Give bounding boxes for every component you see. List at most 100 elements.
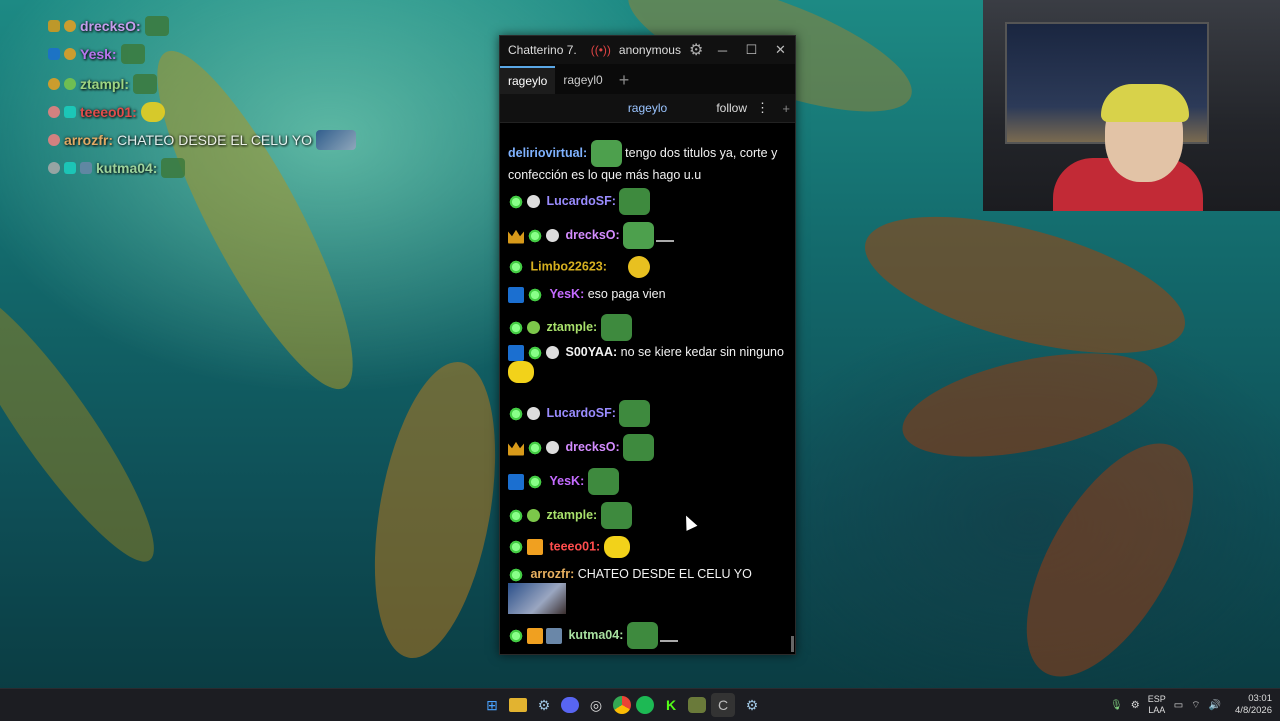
pepe-emote-icon xyxy=(623,222,655,249)
username[interactable]: teeeo01: xyxy=(549,539,600,553)
tab-bar: rageylo rageyl0 + xyxy=(500,64,795,94)
image-badge-icon xyxy=(80,162,92,174)
yellow-emote-icon xyxy=(140,102,165,122)
crown-badge-icon xyxy=(508,229,524,244)
kelp-leaf xyxy=(851,189,1199,381)
box-badge-icon xyxy=(527,627,543,644)
pepe-emote-icon xyxy=(619,400,651,427)
file-explorer-icon[interactable] xyxy=(509,698,527,712)
star-badge-icon xyxy=(508,193,524,210)
spotify-icon[interactable] xyxy=(636,696,654,714)
username[interactable]: arrozfr: xyxy=(530,567,574,581)
tool-badge-icon xyxy=(48,48,60,60)
overlay-username: kutma04: xyxy=(96,160,158,176)
chat-message[interactable]: YesK: eso paga vien xyxy=(508,286,786,303)
account-button[interactable]: anonymous xyxy=(619,43,681,57)
star-badge-icon xyxy=(508,627,524,644)
chat-message[interactable]: LucardoSF: xyxy=(508,188,786,215)
webcam-feed xyxy=(983,0,1280,211)
obs-icon[interactable]: ◎ xyxy=(584,693,608,717)
wifi-icon[interactable]: ⌔ xyxy=(1191,699,1200,712)
username[interactable]: drecksO: xyxy=(565,440,619,454)
chat-message[interactable]: drecksO: xyxy=(508,434,786,461)
username[interactable]: deliriovirtual: xyxy=(508,146,587,160)
tab-rageylo[interactable]: rageylo xyxy=(500,66,556,94)
display-icon[interactable]: ▭ xyxy=(1174,700,1183,711)
kelp-leaf xyxy=(354,352,516,668)
tool-badge-icon xyxy=(508,344,524,361)
username[interactable]: YesK: xyxy=(549,287,584,301)
language-indicator[interactable]: ESP LAA xyxy=(1148,694,1166,716)
username[interactable]: YesK: xyxy=(549,474,584,488)
microphone-icon[interactable]: 🎙 xyxy=(1110,700,1123,711)
scrollbar[interactable] xyxy=(791,636,794,652)
overlay-username: Yesk: xyxy=(80,46,117,62)
username[interactable]: LucardoSF: xyxy=(546,194,615,208)
message-list[interactable]: deliriovirtual: tengo dos titulos ya, co… xyxy=(500,122,790,654)
message-text: eso paga vien xyxy=(587,287,666,301)
channel-name[interactable]: rageylo xyxy=(500,101,795,115)
gem-badge-icon xyxy=(64,106,76,118)
star-badge-icon xyxy=(527,286,543,303)
sword-emote-icon xyxy=(659,630,678,642)
box-badge-icon xyxy=(527,539,543,555)
webcam-person-beanie xyxy=(1101,84,1189,122)
settings-gear-icon[interactable]: ⚙ xyxy=(689,40,703,60)
username[interactable]: S00YAA: xyxy=(565,345,617,359)
username[interactable]: drecksO: xyxy=(565,228,619,242)
minimize-icon[interactable]: ─ xyxy=(708,43,737,58)
username[interactable]: ztample: xyxy=(546,508,597,522)
yellow-emote-icon xyxy=(603,536,630,558)
follow-button[interactable]: follow xyxy=(716,101,747,115)
title-bar: Chatterino 7. ((•)) anonymous ⚙ ─ ☐ ✕ xyxy=(500,36,795,64)
face-badge-icon xyxy=(527,407,540,420)
chat-message[interactable]: teeeo01: xyxy=(508,536,786,558)
chatterino-icon[interactable]: C xyxy=(711,693,735,717)
chat-message[interactable]: YesK: xyxy=(508,468,786,495)
kick-icon[interactable]: K xyxy=(659,693,683,717)
add-tab-icon[interactable]: + xyxy=(611,66,638,94)
crown-badge-icon xyxy=(508,441,524,456)
chrome-icon[interactable] xyxy=(613,696,631,714)
discord-icon[interactable] xyxy=(561,697,579,713)
message-text: CHATEO DESDE EL CELU YO xyxy=(577,567,752,581)
taskbar: ⊞ ⚙ ◎ K C ⚙ 🎙 ⚙ ESP LAA ▭ ⌔ 🔊 03:01 4/8/… xyxy=(0,688,1280,721)
chat-message[interactable]: ztample: xyxy=(508,314,786,341)
chatterino-window: Chatterino 7. ((•)) anonymous ⚙ ─ ☐ ✕ ra… xyxy=(499,35,796,655)
username[interactable]: LucardoSF: xyxy=(546,406,615,420)
tool-badge-icon xyxy=(508,473,524,490)
chat-message[interactable]: deliriovirtual: tengo dos titulos ya, co… xyxy=(508,140,786,184)
star-badge-icon xyxy=(508,319,524,336)
volume-icon[interactable]: 🔊 xyxy=(1209,700,1221,711)
chat-message[interactable]: ztample: xyxy=(508,502,786,529)
yellow-face-emote-icon xyxy=(628,256,651,278)
star-badge-icon xyxy=(508,566,524,583)
add-split-icon[interactable]: + xyxy=(782,101,790,116)
steam-icon[interactable]: ⚙ xyxy=(532,693,556,717)
username[interactable]: ztample: xyxy=(546,320,597,334)
face-badge-icon xyxy=(48,162,60,174)
overlay-line: ztampl: xyxy=(48,72,157,96)
chat-message[interactable]: drecksO: xyxy=(508,222,786,249)
close-icon[interactable]: ✕ xyxy=(766,42,795,58)
pepe-emote-icon xyxy=(161,158,186,178)
chat-message[interactable]: kutma04: xyxy=(508,622,786,649)
game-icon[interactable] xyxy=(688,697,706,713)
chat-message[interactable]: S00YAA: no se kiere kedar sin ninguno xyxy=(508,344,786,383)
clock[interactable]: 03:01 4/8/2026 xyxy=(1235,693,1272,717)
network-icon[interactable]: ⚙ xyxy=(1131,700,1140,711)
clock-date: 4/8/2026 xyxy=(1235,705,1272,716)
sword-emote-icon xyxy=(656,230,675,242)
windows-start-icon[interactable]: ⊞ xyxy=(480,693,504,717)
steam-alt-icon[interactable]: ⚙ xyxy=(740,693,764,717)
username[interactable]: Limbo22623: xyxy=(530,259,606,273)
tab-rageyl0[interactable]: rageyl0 xyxy=(555,66,610,94)
star-badge-icon xyxy=(527,344,543,361)
chat-message[interactable]: Limbo22623: xyxy=(508,256,786,278)
username[interactable]: kutma04: xyxy=(568,628,623,642)
chat-message[interactable]: arrozfr: CHATEO DESDE EL CELU YO xyxy=(508,566,786,614)
maximize-icon[interactable]: ☐ xyxy=(737,42,766,58)
pepe-emote-icon xyxy=(133,74,157,94)
chat-message[interactable]: LucardoSF: xyxy=(508,400,786,427)
more-options-icon[interactable]: ⋮ xyxy=(756,100,769,116)
